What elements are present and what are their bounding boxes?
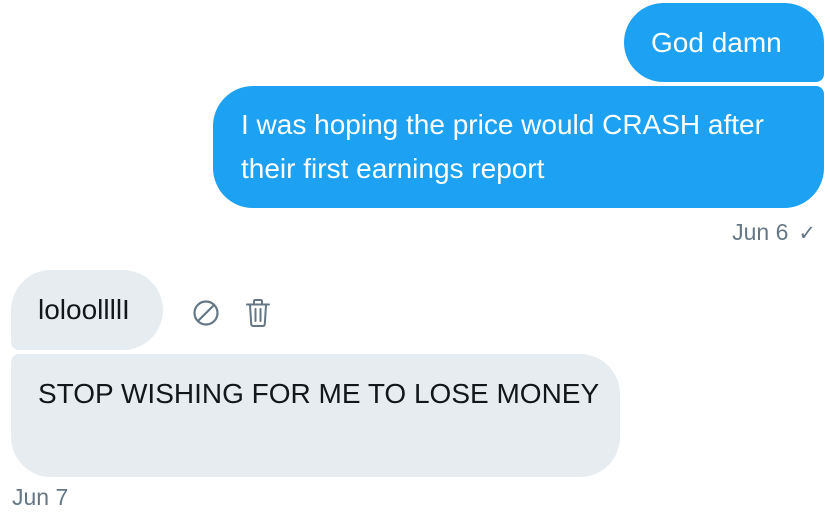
checkmark-icon: ✓: [798, 221, 816, 245]
report-icon: [193, 300, 219, 326]
sent-message-meta: Jun 6 ✓: [732, 219, 816, 246]
received-message-bubble[interactable]: STOP WISHING FOR ME TO LOSE MONEY: [11, 354, 620, 477]
delete-message-button[interactable]: [244, 298, 272, 328]
sent-message-bubble[interactable]: God damn: [624, 3, 824, 82]
received-message-bubble[interactable]: loloollllI: [11, 270, 163, 350]
received-message-meta: Jun 7: [12, 484, 68, 511]
delete-icon: [246, 299, 270, 327]
message-date: Jun 7: [12, 484, 69, 510]
message-date: Jun 6: [732, 219, 789, 245]
report-message-button[interactable]: [192, 298, 220, 328]
sent-message-bubble[interactable]: I was hoping the price would CRASH after…: [213, 86, 824, 208]
message-actions: [192, 298, 272, 328]
